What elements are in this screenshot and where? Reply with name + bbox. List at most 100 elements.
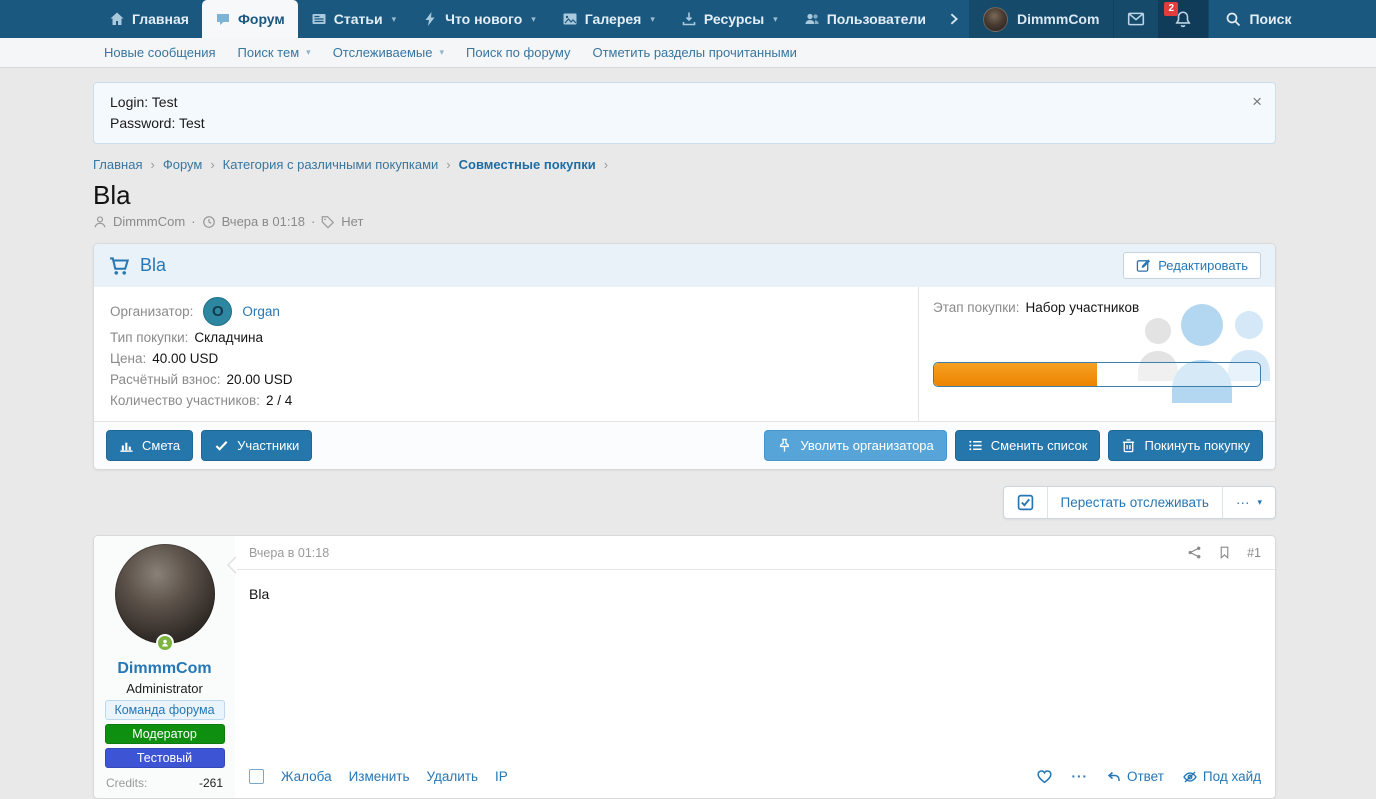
breadcrumb-forum[interactable]: Форум: [163, 157, 203, 172]
chevron-down-icon[interactable]: ▾: [392, 14, 397, 25]
chevron-down-icon[interactable]: ▾: [773, 14, 778, 25]
delete-link[interactable]: Удалить: [427, 769, 479, 784]
participants-button[interactable]: Участники: [201, 430, 312, 461]
image-icon: [562, 11, 578, 27]
bookmark-icon[interactable]: [1218, 545, 1231, 560]
purchase-type-row: Тип покупки: Складчина: [110, 327, 902, 348]
chevron-down-icon: ▾: [1257, 497, 1262, 508]
subnav-watched[interactable]: Отслеживаемые▾: [322, 45, 455, 60]
nav-item-home[interactable]: Главная: [96, 0, 202, 38]
post-number[interactable]: #1: [1247, 546, 1261, 560]
select-post-checkbox[interactable]: [249, 769, 264, 784]
edit-link[interactable]: Изменить: [349, 769, 410, 784]
nav-item-gallery[interactable]: Галерея ▾: [549, 0, 668, 38]
more-options-button[interactable]: ··· ▾: [1222, 487, 1275, 518]
bar-chart-icon: [119, 438, 134, 453]
report-link[interactable]: Жалоба: [281, 769, 332, 784]
search-button[interactable]: Поиск: [1208, 0, 1307, 38]
purchase-organizer-row: Организатор: O Organ: [110, 295, 902, 327]
breadcrumb-home[interactable]: Главная: [93, 157, 142, 172]
alerts-button[interactable]: 2: [1158, 0, 1208, 38]
breadcrumb-current-forum[interactable]: Совместные покупки: [459, 157, 596, 172]
organizer-avatar[interactable]: O: [203, 297, 232, 326]
account-menu[interactable]: DimmmCom: [969, 0, 1113, 38]
trash-icon: [1121, 438, 1136, 453]
nav-item-label: Что нового: [445, 11, 522, 27]
post-date[interactable]: Вчера в 01:18: [249, 546, 329, 560]
organizer-link[interactable]: Organ: [242, 301, 280, 322]
post-header-tools: #1: [1187, 545, 1261, 560]
purchase-actions-group: Уволить организатора Сменить список Поки…: [764, 430, 1263, 461]
page-title: Bla: [93, 180, 1276, 210]
account-username: DimmmCom: [1017, 11, 1099, 27]
page-content: Login: Test Password: Test × Главная › Ф…: [93, 82, 1276, 799]
change-list-button[interactable]: Сменить список: [955, 430, 1101, 461]
comment-icon: [215, 11, 231, 27]
ip-link[interactable]: IP: [495, 769, 508, 784]
purchase-progress-bar: [933, 362, 1261, 387]
more-actions-icon[interactable]: ···: [1071, 769, 1088, 784]
hide-button[interactable]: Под хайд: [1182, 769, 1261, 785]
article-icon: [311, 11, 327, 27]
nav-item-whats-new[interactable]: Что нового ▾: [409, 0, 549, 38]
breadcrumb-category[interactable]: Категория с различными покупками: [223, 157, 439, 172]
purchase-stage-panel: Этап покупки: Набор участников: [919, 287, 1275, 421]
ellipsis-icon: ···: [1236, 495, 1250, 510]
reply-button[interactable]: Ответ: [1106, 769, 1164, 785]
thread-date[interactable]: Вчера в 01:18: [222, 214, 305, 229]
notice-line: Login: Test: [110, 92, 1259, 113]
alerts-badge: 2: [1164, 2, 1178, 16]
person-icon: [93, 215, 107, 229]
thread-tags: Нет: [341, 214, 363, 229]
nav-item-articles[interactable]: Статьи ▾: [298, 0, 409, 38]
nav-item-users[interactable]: Пользователи: [791, 0, 939, 38]
nav-item-label: Форум: [238, 11, 285, 27]
cart-icon: [108, 255, 130, 277]
forum-subnav: Новые сообщения Поиск тем▾ Отслеживаемые…: [0, 38, 1376, 68]
search-label: Поиск: [1249, 11, 1291, 27]
subnav-mark-read[interactable]: Отметить разделы прочитанными: [581, 45, 807, 60]
post-author-role: Administrator: [104, 681, 225, 696]
home-icon: [109, 11, 125, 27]
chevron-down-icon: ▾: [439, 47, 444, 58]
subnav-search-threads[interactable]: Поиск тем▾: [227, 45, 322, 60]
post-footer: Жалоба Изменить Удалить IP ··· Ответ Под…: [235, 757, 1275, 798]
purchase-fee-row: Расчётный взнос: 20.00 USD: [110, 369, 902, 390]
purchase-progress-fill: [934, 363, 1097, 386]
post-content: Bla: [235, 570, 1275, 757]
heart-icon[interactable]: [1036, 768, 1053, 785]
post-author-name[interactable]: DimmmCom: [104, 660, 225, 678]
nav-item-label: Галерея: [585, 11, 642, 27]
chevron-down-icon[interactable]: ▾: [650, 14, 655, 25]
chevron-down-icon[interactable]: ▾: [531, 14, 536, 25]
subnav-new-posts[interactable]: Новые сообщения: [93, 45, 227, 60]
bolt-icon: [422, 11, 438, 27]
avatar[interactable]: [115, 544, 215, 644]
user-banner-staff: Команда форума: [105, 700, 225, 720]
nav-item-forum[interactable]: Форум: [202, 0, 298, 38]
unwatch-button[interactable]: Перестать отслеживать: [1047, 487, 1222, 518]
nav-item-label: Главная: [132, 11, 189, 27]
estimate-button[interactable]: Смета: [106, 430, 193, 461]
purchase-header: Bla Редактировать: [94, 244, 1275, 287]
inbox-button[interactable]: [1113, 0, 1158, 38]
check-icon: [214, 438, 229, 453]
purchase-toolbar: Смета Участники Уволить организатора Сме…: [94, 421, 1275, 469]
edit-purchase-button[interactable]: Редактировать: [1123, 252, 1261, 279]
post-footer-actions: ··· Ответ Под хайд: [1036, 768, 1261, 785]
list-icon: [968, 438, 983, 453]
nav-item-resources[interactable]: Ресурсы ▾: [668, 0, 791, 38]
fire-organizer-button[interactable]: Уволить организатора: [764, 430, 946, 461]
thread-author[interactable]: DimmmCom: [113, 214, 185, 229]
nav-overflow-chevron-icon[interactable]: [939, 0, 969, 38]
subnav-search-forum[interactable]: Поиск по форуму: [455, 45, 581, 60]
breadcrumb-separator: ›: [150, 157, 154, 172]
envelope-icon: [1127, 10, 1145, 28]
edit-icon: [1136, 258, 1151, 273]
online-status-icon: [156, 634, 174, 652]
notice-line: Password: Test: [110, 113, 1259, 134]
leave-purchase-button[interactable]: Покинуть покупку: [1108, 430, 1263, 461]
watch-checkbox-button[interactable]: [1004, 487, 1047, 518]
share-icon[interactable]: [1187, 545, 1202, 560]
close-icon[interactable]: ×: [1252, 91, 1262, 112]
